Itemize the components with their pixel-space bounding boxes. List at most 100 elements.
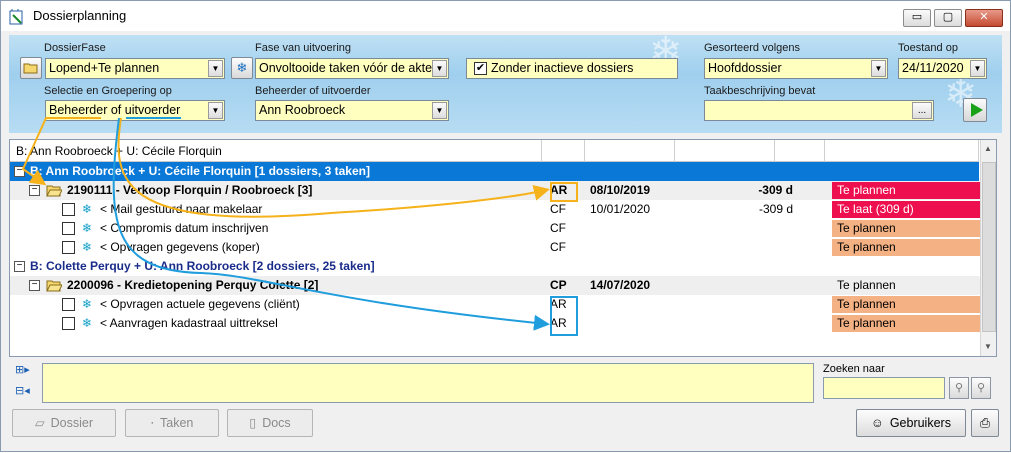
status-cell: Te plannen bbox=[832, 239, 983, 256]
task-row[interactable]: ❄ < Opvragen actuele gegevens (cliënt) AR T… bbox=[10, 295, 983, 314]
docs-button[interactable]: ▯ Docs bbox=[227, 409, 313, 437]
task-checkbox[interactable] bbox=[62, 298, 75, 311]
taken-button[interactable]: ⸱ Taken bbox=[125, 409, 219, 437]
dossier-button[interactable]: ▱ Dossier bbox=[12, 409, 116, 437]
fase-combo[interactable]: Onvoltooide taken vóór de akte ▼ bbox=[255, 58, 449, 79]
scroll-thumb[interactable] bbox=[982, 162, 996, 332]
scroll-down-icon[interactable]: ▼ bbox=[984, 342, 992, 351]
task-row[interactable]: ❄ < Mail gestuurd naar makelaar CF 10/01/20… bbox=[10, 200, 983, 219]
task-checkbox[interactable] bbox=[62, 203, 75, 216]
dossier-label: 2200096 - Kredietopening Perquy Colette … bbox=[67, 278, 319, 292]
days-cell: -309 d bbox=[758, 202, 793, 216]
header-col-code bbox=[542, 140, 585, 162]
beheerder-value: Ann Roobroeck bbox=[259, 103, 346, 117]
minimize-button[interactable]: ▭ bbox=[903, 9, 931, 27]
run-button[interactable] bbox=[963, 98, 987, 122]
gebruikers-button[interactable]: ☺ Gebruikers bbox=[856, 409, 966, 437]
dossierfase-value: Lopend+Te plannen bbox=[49, 61, 160, 75]
beheerder-combo[interactable]: Ann Roobroeck ▼ bbox=[255, 100, 449, 121]
group-row[interactable]: − B: Ann Roobroeck + U: Cécile Florquin [… bbox=[10, 162, 979, 181]
task-label: < Aanvragen kadastraal uittreksel bbox=[100, 316, 278, 330]
status-cell: Te laat (309 d) bbox=[832, 201, 983, 218]
task-checkbox[interactable] bbox=[62, 241, 75, 254]
maximize-button[interactable]: ▢ bbox=[934, 9, 962, 27]
days-cell: -309 d bbox=[758, 183, 793, 197]
open-folder-button[interactable] bbox=[20, 57, 42, 79]
docs-button-label: Docs bbox=[262, 416, 291, 430]
app-icon bbox=[9, 9, 23, 25]
selectie-value: Beheerder of uitvoerder bbox=[49, 103, 181, 117]
task-icon: ❄ bbox=[82, 202, 93, 216]
status-cell: Te plannen bbox=[832, 220, 983, 237]
dossierplanning-window: Dossierplanning ▭ ▢ ✕ ❄ ❄ DossierFase Lo… bbox=[0, 0, 1011, 452]
zoeken-input[interactable] bbox=[823, 377, 945, 399]
group-row[interactable]: − B: Colette Perquy + U: Ann Roobroeck [2… bbox=[10, 257, 979, 276]
chevron-down-icon[interactable]: ▼ bbox=[871, 60, 886, 77]
task-checkbox[interactable] bbox=[62, 222, 75, 235]
chevron-down-icon[interactable]: ▼ bbox=[208, 102, 223, 119]
printer-icon: ⎙ bbox=[979, 416, 990, 430]
collapse-icon[interactable]: − bbox=[29, 280, 40, 291]
group-label: B: Colette Perquy + U: Ann Roobroeck [2 … bbox=[30, 259, 375, 273]
memo-field[interactable] bbox=[42, 363, 814, 403]
expand-all-icon[interactable]: ⊞▸ bbox=[15, 363, 33, 379]
zoeken-label: Zoeken naar bbox=[823, 363, 885, 375]
fase-settings-button[interactable]: ❄ bbox=[231, 57, 253, 79]
print-button[interactable]: ⎙ bbox=[971, 409, 999, 437]
task-row[interactable]: ❄ < Opvragen gegevens (koper) CF Te plannen bbox=[10, 238, 983, 257]
toestand-value: 24/11/2020 bbox=[902, 61, 964, 75]
group-label: B: Ann Roobroeck + U: Cécile Florquin [1… bbox=[30, 164, 370, 178]
task-label: < Opvragen actuele gegevens (cliënt) bbox=[100, 297, 300, 311]
dossier-row[interactable]: − 2200096 - Kredietopening Perquy Colette… bbox=[10, 276, 983, 295]
gesorteerd-label: Gesorteerd volgens bbox=[704, 42, 800, 54]
task-row[interactable]: ❄ < Compromis datum inschrijven CF Te plann… bbox=[10, 219, 983, 238]
dossierfase-combo[interactable]: Lopend+Te plannen ▼ bbox=[45, 58, 225, 79]
code-cell: CP bbox=[550, 278, 567, 292]
status-cell: Te plannen bbox=[832, 315, 983, 332]
dossierfase-label: DossierFase bbox=[44, 42, 106, 54]
gesorteerd-value: Hoofddossier bbox=[708, 61, 782, 75]
grid-scrollbar[interactable]: ▲ ▼ bbox=[980, 140, 996, 356]
date-cell: 08/10/2019 bbox=[590, 183, 651, 197]
gesorteerd-combo[interactable]: Hoofddossier ▼ bbox=[704, 58, 888, 79]
zonder-inactief-checkbox[interactable]: ✔ bbox=[474, 62, 487, 75]
collapse-all-icon[interactable]: ⊟◂ bbox=[15, 384, 33, 400]
collapse-icon[interactable]: − bbox=[14, 261, 25, 272]
status-cell: Te plannen bbox=[832, 277, 983, 294]
header-col-status bbox=[825, 140, 979, 162]
task-icon: ❄ bbox=[82, 240, 93, 254]
status-cell: Te plannen bbox=[832, 182, 983, 199]
search-next-button[interactable]: ⚲ bbox=[971, 377, 991, 399]
chevron-down-icon[interactable]: ▼ bbox=[970, 60, 985, 77]
dossier-button-label: Dossier bbox=[50, 416, 93, 430]
collapse-icon[interactable]: − bbox=[29, 185, 40, 196]
task-row[interactable]: ❄ < Aanvragen kadastraal uittreksel AR Te p… bbox=[10, 314, 983, 333]
scroll-up-icon[interactable]: ▲ bbox=[984, 144, 992, 153]
zonder-inactief-box[interactable]: ✔ Zonder inactieve dossiers bbox=[466, 58, 678, 79]
taak-input[interactable]: ... bbox=[704, 100, 934, 121]
window-title: Dossierplanning bbox=[33, 8, 127, 23]
chevron-down-icon[interactable]: ▼ bbox=[208, 60, 223, 77]
chevron-down-icon[interactable]: ▼ bbox=[432, 60, 447, 77]
selectie-label: Selectie en Groepering op bbox=[44, 85, 172, 97]
search-icon: ⚲ bbox=[954, 382, 964, 394]
header-col-date bbox=[585, 140, 675, 162]
folder-open-icon bbox=[46, 185, 62, 197]
fase-label: Fase van uitvoering bbox=[255, 42, 351, 54]
chevron-down-icon[interactable]: ▼ bbox=[432, 102, 447, 119]
zonder-inactief-label: Zonder inactieve dossiers bbox=[491, 61, 634, 75]
task-label: < Compromis datum inschrijven bbox=[100, 221, 269, 235]
header-col-extra bbox=[675, 140, 775, 162]
search-prev-button[interactable]: ⚲ bbox=[949, 377, 969, 399]
ellipsis-button[interactable]: ... bbox=[912, 102, 932, 119]
collapse-icon[interactable]: − bbox=[14, 166, 25, 177]
close-button[interactable]: ✕ bbox=[965, 9, 1003, 27]
task-checkbox[interactable] bbox=[62, 317, 75, 330]
title-bar: Dossierplanning ▭ ▢ ✕ bbox=[1, 1, 1010, 31]
taken-button-label: Taken bbox=[160, 416, 194, 430]
toestand-combo[interactable]: 24/11/2020 ▼ bbox=[898, 58, 987, 79]
dossier-row[interactable]: − 2190111 - Verkoop Florquin / Roobroeck … bbox=[10, 181, 983, 200]
search-icon: ⚲ bbox=[976, 382, 986, 394]
folder-icon bbox=[23, 63, 38, 74]
selectie-combo[interactable]: Beheerder of uitvoerder ▼ bbox=[45, 100, 225, 121]
